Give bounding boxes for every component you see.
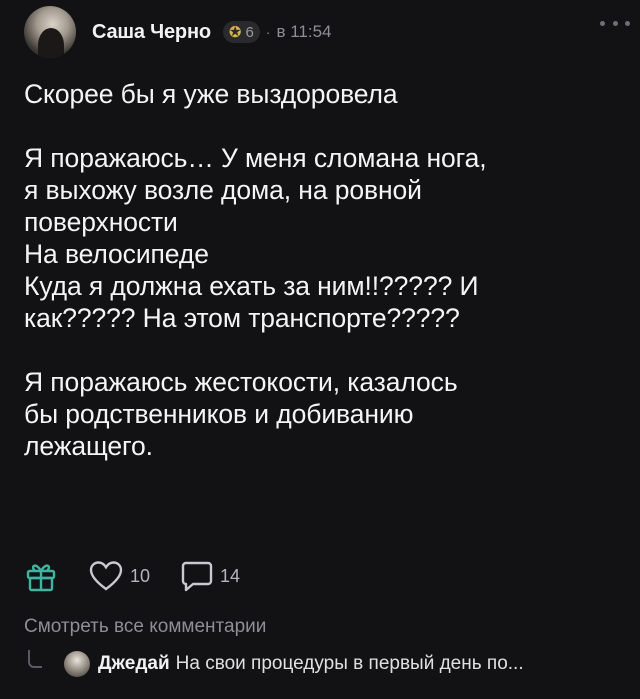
post-line: Я поражаюсь жестокости, казалось — [24, 367, 458, 397]
badge-level: 6 — [245, 23, 254, 41]
comments-count: 14 — [220, 565, 241, 586]
comment-bubble-icon — [181, 561, 213, 592]
gift-button[interactable] — [24, 559, 58, 593]
post-line: бы родственников и добиванию — [24, 399, 414, 429]
crown-icon: ✪ — [228, 24, 242, 41]
post-line: Скорее бы я уже выздоровела — [24, 79, 398, 109]
post-text: Скорее бы я уже выздоровела Я поражаюсь…… — [24, 78, 624, 462]
view-all-comments-link[interactable]: Смотреть все комментарии — [24, 616, 266, 638]
post-line-blank — [24, 334, 624, 366]
post-line-blank — [24, 110, 624, 142]
post-card: Саша Черно ✪ 6 · в 11:54 Скорее бы я уже… — [0, 0, 640, 699]
gift-icon — [26, 564, 56, 592]
comment-preview-text: На свои процедуры в первый день по... — [175, 653, 524, 674]
more-options-icon[interactable] — [600, 18, 630, 28]
author-avatar[interactable] — [24, 6, 76, 58]
comment-button[interactable]: 14 — [180, 559, 240, 593]
post-line: я выхожу возле дома, на ровной — [24, 175, 422, 205]
reply-branch-line — [28, 650, 42, 668]
post-line: как????? На этом транспорте????? — [24, 303, 460, 333]
comment-preview[interactable]: Джедай На свои процедуры в первый день п… — [28, 648, 628, 680]
author-name[interactable]: Саша Черно — [92, 21, 211, 44]
post-line: На велосипеде — [24, 239, 209, 269]
like-button[interactable]: 10 — [88, 560, 150, 592]
post-line: Я поражаюсь… У меня сломана нога, — [24, 143, 487, 173]
commenter-name[interactable]: Джедай — [98, 653, 170, 675]
post-line: Куда я должна ехать за ним!!????? И — [24, 271, 479, 301]
likes-count: 10 — [130, 565, 151, 586]
post-line: лежащего. — [24, 431, 153, 461]
separator-dot: · — [265, 24, 271, 40]
post-header: Саша Черно ✪ 6 · в 11:54 — [24, 6, 624, 58]
level-badge[interactable]: ✪ 6 — [222, 21, 260, 43]
post-time: в 11:54 — [276, 22, 332, 41]
post-actions: 10 14 — [24, 558, 240, 594]
post-line: поверхности — [24, 207, 178, 237]
commenter-avatar[interactable] — [64, 651, 90, 677]
heart-icon — [89, 561, 123, 591]
